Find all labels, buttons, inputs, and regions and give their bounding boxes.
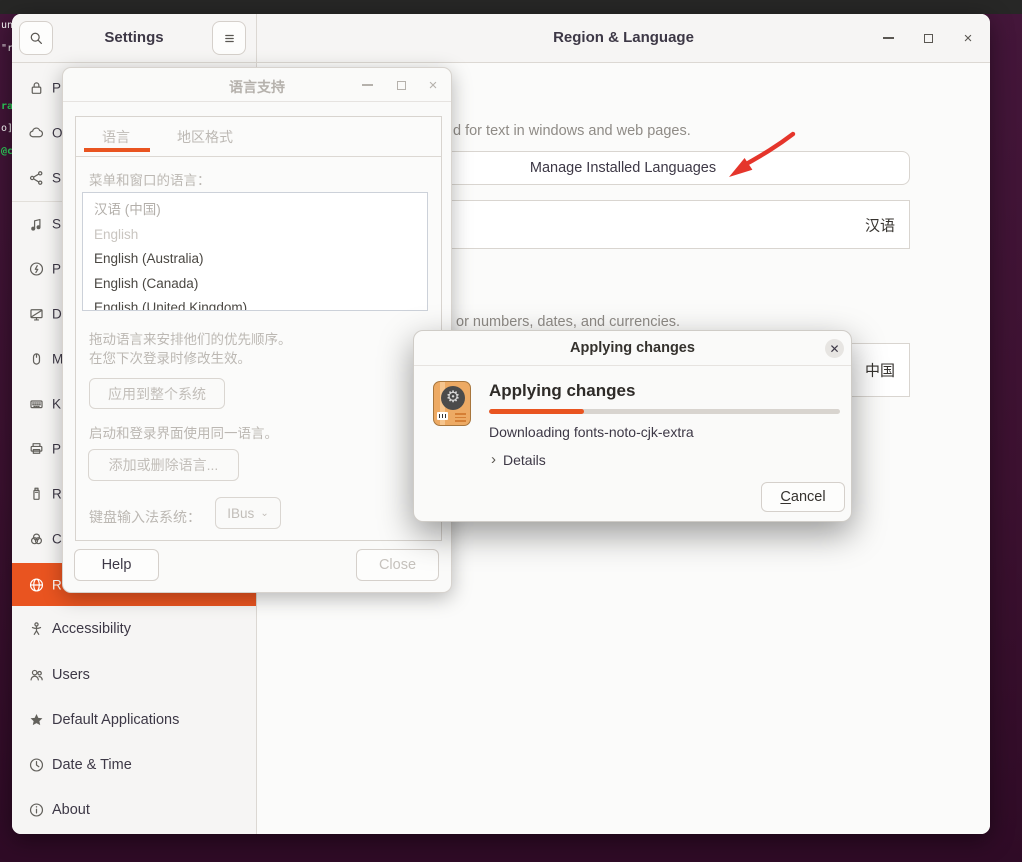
formats-description: or numbers, dates, and currencies. bbox=[456, 314, 680, 330]
tab-frame: 语言 地区格式 菜单和窗口的语言： 汉语 (中国) English Englis… bbox=[75, 116, 442, 541]
sidebar-item-label: M bbox=[52, 352, 62, 367]
maximize-button[interactable] bbox=[393, 77, 409, 93]
dialog-titlebar: Applying changes ✕ bbox=[414, 331, 851, 366]
close-button[interactable]: × bbox=[960, 30, 976, 46]
add-remove-languages-label: 添加或删除语言... bbox=[109, 455, 219, 475]
display-icon bbox=[28, 306, 45, 323]
sidebar-item-date-time[interactable]: Date & Time bbox=[12, 743, 256, 787]
applying-changes-dialog: Applying changes ✕ ⚙ Applying changes Do… bbox=[413, 330, 852, 522]
cancel-button[interactable]: Cancel bbox=[761, 482, 845, 512]
sidebar-item-label: C bbox=[52, 532, 62, 547]
apply-system-wide-label: 应用到整个系统 bbox=[108, 384, 206, 404]
list-item[interactable]: English (United Kingdom) bbox=[83, 296, 427, 311]
users-icon bbox=[28, 667, 45, 684]
drag-hint: 拖动语言来安排他们的优先顺序。 bbox=[89, 328, 292, 348]
sidebar-item-accessibility[interactable]: Accessibility bbox=[12, 607, 256, 651]
accessibility-icon bbox=[28, 621, 45, 638]
add-remove-languages-button[interactable]: 添加或删除语言... bbox=[88, 449, 239, 481]
dialog-title: Applying changes bbox=[414, 340, 851, 356]
sidebar-item-label: K bbox=[52, 397, 62, 412]
sidebar-item-label: P bbox=[52, 262, 62, 277]
ime-system-dropdown[interactable]: IBus ⌄ bbox=[215, 497, 281, 529]
panel-headerbar: Region & Language × bbox=[257, 14, 990, 63]
list-item[interactable]: English (Australia) bbox=[83, 247, 427, 272]
barcode-decoration bbox=[437, 412, 448, 420]
cloud-icon bbox=[28, 125, 45, 142]
close-button[interactable]: ✕ bbox=[825, 339, 844, 358]
sidebar-item-label: P bbox=[52, 442, 62, 457]
apply-caption: 启动和登录界面使用同一语言。 bbox=[89, 422, 278, 442]
sidebar-item-label: Users bbox=[52, 667, 90, 683]
formats-value: 中国 bbox=[865, 360, 895, 381]
sidebar-item-about[interactable]: About bbox=[12, 788, 256, 832]
chevron-right-icon: › bbox=[491, 451, 496, 468]
sidebar-item-label: About bbox=[52, 802, 90, 818]
login-hint: 在您下次登录时修改生效。 bbox=[89, 347, 251, 367]
mouse-icon bbox=[28, 351, 45, 368]
sidebar-item-default-applications[interactable]: Default Applications bbox=[12, 698, 256, 742]
sidebar-item-label: S bbox=[52, 171, 62, 186]
close-button[interactable]: × bbox=[425, 77, 441, 93]
chevron-down-icon: ⌄ bbox=[260, 508, 268, 519]
primary-menu-button[interactable] bbox=[212, 21, 246, 55]
list-item[interactable]: English (Canada) bbox=[83, 272, 427, 297]
maximize-button[interactable] bbox=[920, 30, 936, 46]
lock-icon bbox=[28, 80, 45, 97]
ime-system-label: 键盘输入法系统： bbox=[89, 507, 201, 527]
details-label: Details bbox=[503, 452, 546, 468]
tab-bar: 语言 地区格式 bbox=[76, 117, 441, 157]
sidebar-item-users[interactable]: Users bbox=[12, 653, 256, 697]
share-icon bbox=[28, 170, 45, 187]
info-icon bbox=[28, 802, 45, 819]
language-list: 汉语 (中国) English English (Australia) Engl… bbox=[82, 192, 428, 311]
list-item[interactable]: English bbox=[83, 223, 427, 248]
power-icon bbox=[28, 261, 45, 278]
manage-installed-languages-label: Manage Installed Languages bbox=[530, 160, 716, 176]
gear-icon: ⚙ bbox=[441, 386, 465, 410]
sidebar-item-label: Date & Time bbox=[52, 757, 132, 773]
tab-language[interactable]: 语言 bbox=[102, 127, 130, 147]
close-label: Close bbox=[379, 557, 416, 573]
sidebar-item-label: R bbox=[52, 577, 62, 592]
keyboard-icon bbox=[28, 396, 45, 413]
apply-system-wide-button[interactable]: 应用到整个系统 bbox=[89, 378, 225, 409]
printer-icon bbox=[28, 441, 45, 458]
menu-language-label: 菜单和窗口的语言： bbox=[89, 169, 211, 189]
language-description: d for text in windows and web pages. bbox=[453, 123, 691, 139]
applying-changes-heading: Applying changes bbox=[489, 381, 635, 401]
close-dialog-button[interactable]: Close bbox=[356, 549, 439, 581]
sidebar-item-label: S bbox=[52, 217, 62, 232]
help-button[interactable]: Help bbox=[74, 549, 159, 581]
language-support-dialog: 语言支持 × 语言 地区格式 菜单和窗口的语言： 汉语 (中国) English… bbox=[62, 67, 452, 593]
sidebar-item-label: Accessibility bbox=[52, 621, 131, 637]
usb-drive-icon bbox=[28, 486, 45, 503]
sidebar-item-label: D bbox=[52, 307, 62, 322]
sidebar-item-label: O bbox=[52, 126, 62, 141]
dialog-titlebar: 语言支持 × bbox=[63, 68, 451, 102]
help-label: Help bbox=[102, 557, 132, 573]
progress-bar bbox=[489, 409, 840, 414]
sidebar-item-label: R bbox=[52, 487, 62, 502]
star-icon bbox=[28, 712, 45, 729]
active-tab-indicator bbox=[84, 148, 150, 152]
progress-fill bbox=[489, 409, 584, 414]
sidebar-item-label: P bbox=[52, 81, 62, 96]
details-expander[interactable]: › Details bbox=[491, 451, 546, 468]
clock-icon bbox=[28, 757, 45, 774]
minimize-button[interactable] bbox=[359, 77, 375, 93]
list-item[interactable]: 汉语 (中国) bbox=[83, 193, 427, 223]
top-panel bbox=[0, 0, 1022, 14]
sidebar-item-label: Default Applications bbox=[52, 712, 179, 728]
software-properties-icon: ⚙ bbox=[433, 381, 471, 426]
download-status: Downloading fonts-noto-cjk-extra bbox=[489, 424, 694, 440]
ime-system-value: IBus bbox=[227, 506, 254, 521]
globe-icon bbox=[28, 576, 45, 593]
music-note-icon bbox=[28, 216, 45, 233]
hamburger-icon bbox=[221, 30, 238, 47]
color-circles-icon bbox=[28, 531, 45, 548]
language-value: 汉语 bbox=[865, 214, 895, 235]
sidebar-headerbar: Settings bbox=[12, 14, 256, 63]
tab-regional-formats[interactable]: 地区格式 bbox=[177, 127, 233, 147]
minimize-button[interactable] bbox=[880, 30, 896, 46]
